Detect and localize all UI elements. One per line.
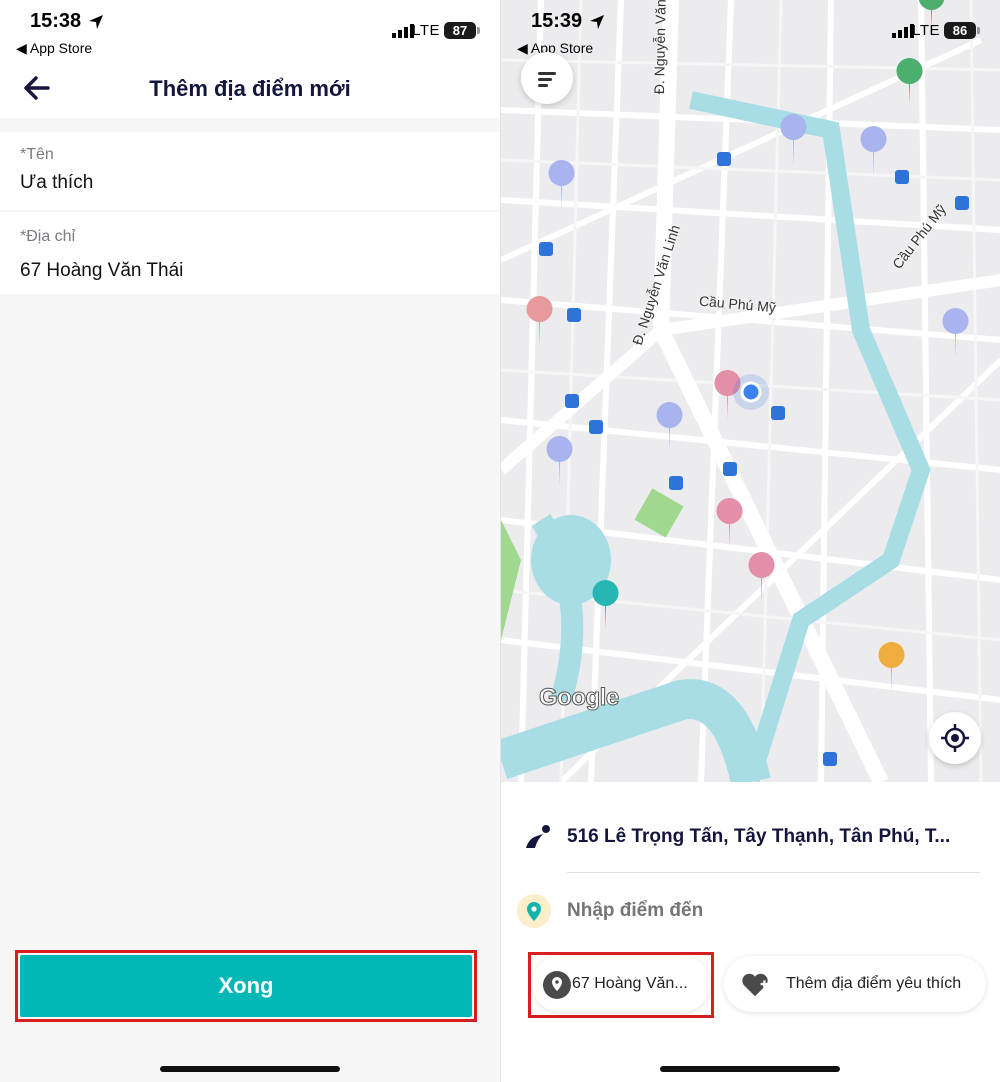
destination-input[interactable] (567, 900, 829, 922)
pickup-person-icon (526, 825, 550, 848)
heart-plus-icon (742, 973, 769, 997)
network-label: LTE (412, 22, 440, 39)
crosshair-icon (941, 724, 969, 752)
right-screen: Đ. Nguyễn Văn Linh Đ. Nguyễn Văn Linh Cầ… (500, 0, 1000, 1082)
map-view[interactable]: Đ. Nguyễn Văn Linh Đ. Nguyễn Văn Linh Cầ… (501, 0, 1000, 782)
signal-icon (892, 24, 914, 38)
signal-icon (392, 24, 414, 38)
add-favorite-chip[interactable]: Thêm địa điểm yêu thích (724, 956, 986, 1012)
divider (567, 872, 980, 873)
add-favorite-label: Thêm địa điểm yêu thích (786, 975, 962, 992)
name-label: *Tên (20, 146, 54, 163)
address-input[interactable]: 67 Hoàng Văn Thái (20, 260, 183, 282)
status-bar: 15:38 ◀ App Store LTE 87 (0, 0, 500, 62)
done-button-highlight (15, 950, 477, 1022)
my-location-button[interactable] (929, 712, 981, 764)
page-title: Thêm địa điểm mới (149, 76, 351, 101)
battery-indicator: 86 (944, 22, 976, 39)
status-time: 15:39 (531, 10, 583, 32)
map-canvas (501, 0, 1000, 782)
home-indicator (160, 1066, 340, 1072)
battery-cap-icon (977, 27, 980, 34)
left-screen: 15:38 ◀ App Store LTE 87 Thêm địa điểm m… (0, 0, 500, 1082)
name-input[interactable]: Ưa thích (20, 172, 93, 194)
battery-indicator: 87 (444, 22, 476, 39)
menu-icon-line (538, 72, 556, 75)
menu-icon-line (538, 78, 552, 81)
pickup-address[interactable]: 516 Lê Trọng Tấn, Tây Thạnh, Tân Phú, T.… (567, 826, 950, 848)
home-indicator (660, 1066, 840, 1072)
booking-sheet: 516 Lê Trọng Tấn, Tây Thạnh, Tân Phú, T.… (501, 782, 1000, 1082)
address-field[interactable]: *Địa chỉ 67 Hoàng Văn Thái (0, 212, 500, 294)
name-field[interactable]: *Tên Ưa thích (0, 132, 500, 210)
battery-cap-icon (477, 27, 480, 34)
back-to-app-store-link[interactable]: ◀ App Store (16, 40, 92, 57)
location-arrow-icon (89, 15, 103, 29)
destination-pin-icon (517, 894, 551, 928)
location-arrow-icon (590, 15, 604, 29)
header: 15:38 ◀ App Store LTE 87 Thêm địa điểm m… (0, 0, 500, 118)
google-logo: Google (539, 684, 620, 712)
menu-button[interactable] (521, 52, 573, 104)
menu-icon-line (538, 84, 548, 87)
saved-place-highlight (528, 952, 714, 1018)
status-bar: 15:39 ◀ App Store LTE 86 (501, 0, 1000, 62)
network-label: LTE (912, 22, 940, 39)
current-location-dot (740, 381, 762, 403)
status-time: 15:38 (30, 10, 82, 32)
address-label: *Địa chỉ (20, 228, 76, 245)
